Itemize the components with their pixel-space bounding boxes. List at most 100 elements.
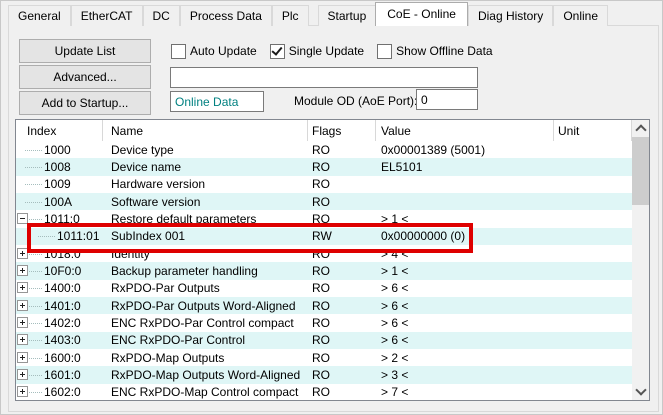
table-row[interactable]: 10F0:0 Backup parameter handling RO > 1 … xyxy=(16,262,632,279)
coe-object-table: Index Name Flags Value Unit 1000 Device … xyxy=(15,119,650,401)
tree-expander-icon[interactable] xyxy=(17,282,28,293)
tree-dotted-line-icon xyxy=(38,236,55,237)
row-value: 0x00000000 (0) xyxy=(376,229,554,243)
column-header-name[interactable]: Name xyxy=(103,120,308,141)
tree-dotted-line-icon xyxy=(25,167,42,168)
tab-coe-online[interactable]: CoE - Online xyxy=(375,2,468,26)
tab-general[interactable]: General xyxy=(8,5,71,26)
tree-expander-icon[interactable] xyxy=(17,248,28,259)
tree-gutter xyxy=(16,193,44,210)
update-list-button[interactable]: Update List xyxy=(19,39,151,63)
row-index: 1401:0 xyxy=(44,299,81,313)
tree-expander-icon[interactable] xyxy=(17,386,28,397)
tree-expander-icon[interactable] xyxy=(17,265,28,276)
checkbox-label: Single Update xyxy=(289,44,364,58)
tab-label: Startup xyxy=(328,9,367,23)
tree-expander-icon[interactable] xyxy=(17,300,28,311)
auto-update-checkbox[interactable]: Auto Update xyxy=(171,44,257,59)
tab-process-data[interactable]: Process Data xyxy=(180,5,272,26)
table-row[interactable]: 1000 Device type RO 0x00001389 (5001) xyxy=(16,141,632,158)
row-index: 1000 xyxy=(44,143,71,157)
tab-dc[interactable]: DC xyxy=(143,5,180,26)
tab-ethercat[interactable]: EtherCAT xyxy=(71,5,143,26)
row-name: Device name xyxy=(103,160,308,174)
row-name: SubIndex 001 xyxy=(103,229,308,243)
column-header-index[interactable]: Index xyxy=(16,120,103,141)
row-value: > 3 < xyxy=(376,368,554,382)
row-index: 1009 xyxy=(44,177,71,191)
table-row[interactable]: 1011:01 SubIndex 001 RW 0x00000000 (0) xyxy=(16,228,632,245)
filter-input[interactable] xyxy=(170,67,478,88)
row-index: 1601:0 xyxy=(44,368,81,382)
tree-expander-icon[interactable] xyxy=(17,213,28,224)
tree-dotted-line-icon xyxy=(29,288,42,289)
row-value: > 7 < xyxy=(376,385,554,399)
checkbox-box-icon[interactable] xyxy=(171,44,186,59)
column-header-unit[interactable]: Unit xyxy=(554,120,632,141)
row-value: 0x00001389 (5001) xyxy=(376,143,554,157)
tree-gutter xyxy=(16,297,44,314)
row-index: 1018:0 xyxy=(44,247,81,261)
table-row[interactable]: 1602:0 ENC RxPDO-Map Control compact RO … xyxy=(16,384,632,400)
tab-bar: GeneralEtherCATDCProcess DataPlc Startup C… xyxy=(8,3,660,26)
row-name: Device type xyxy=(103,143,308,157)
table-row[interactable]: 1018:0 Identity RO > 4 < xyxy=(16,245,632,262)
tab-startup[interactable]: Startup xyxy=(318,5,377,26)
column-header-value[interactable]: Value xyxy=(376,120,554,141)
row-value: > 6 < xyxy=(376,333,554,347)
advanced-button[interactable]: Advanced... xyxy=(19,65,151,89)
table-row[interactable]: 1009 Hardware version RO xyxy=(16,176,632,193)
add-to-startup-button[interactable]: Add to Startup... xyxy=(19,91,151,115)
table-row[interactable]: 100A Software version RO xyxy=(16,193,632,210)
chevron-up-icon xyxy=(635,124,646,135)
row-flags: RO xyxy=(308,351,376,365)
tree-gutter xyxy=(16,158,44,175)
table-row[interactable]: 1402:0 ENC RxPDO-Par Control compact RO … xyxy=(16,314,632,331)
coe-online-panel: GeneralEtherCATDCProcess DataPlc Startup C… xyxy=(0,0,663,415)
tree-expander-icon[interactable] xyxy=(17,352,28,363)
tab-plc[interactable]: Plc xyxy=(272,5,309,26)
row-name: ENC RxPDO-Par Control compact xyxy=(103,316,308,330)
table-row[interactable]: 1008 Device name RO EL5101 xyxy=(16,158,632,175)
tab-label: Diag History xyxy=(478,9,543,23)
tree-gutter xyxy=(16,384,44,400)
row-flags: RO xyxy=(308,281,376,295)
table-row[interactable]: 1403:0 ENC RxPDO-Par Control RO > 6 < xyxy=(16,332,632,349)
vertical-scrollbar[interactable] xyxy=(632,120,649,400)
table-row[interactable]: 1400:0 RxPDO-Par Outputs RO > 6 < xyxy=(16,280,632,297)
module-od-port-input[interactable] xyxy=(416,89,478,110)
scrollbar-thumb[interactable] xyxy=(632,137,649,205)
tree-dotted-line-icon xyxy=(25,184,42,185)
tree-expander-icon[interactable] xyxy=(17,369,28,380)
scroll-down-button[interactable] xyxy=(632,383,649,400)
tree-gutter xyxy=(29,228,57,245)
table-row[interactable]: 1401:0 RxPDO-Par Outputs Word-Aligned RO… xyxy=(16,297,632,314)
row-value: > 2 < xyxy=(376,351,554,365)
checkbox-box-icon[interactable] xyxy=(270,44,285,59)
row-flags: RO xyxy=(308,143,376,157)
scroll-up-button[interactable] xyxy=(632,120,649,137)
row-index: 1403:0 xyxy=(44,333,81,347)
table-row[interactable]: 1600:0 RxPDO-Map Outputs RO > 2 < xyxy=(16,349,632,366)
tree-expander-icon[interactable] xyxy=(17,317,28,328)
tree-dotted-line-icon xyxy=(29,340,42,341)
tree-expander-icon[interactable] xyxy=(17,334,28,345)
row-flags: RO xyxy=(308,212,376,226)
row-flags: RO xyxy=(308,177,376,191)
row-index: 1008 xyxy=(44,160,71,174)
single-update-checkbox[interactable]: Single Update xyxy=(270,44,364,59)
tree-gutter xyxy=(16,349,44,366)
row-flags: RO xyxy=(308,299,376,313)
tab-online[interactable]: Online xyxy=(553,5,608,26)
column-header-flags[interactable]: Flags xyxy=(308,120,376,141)
tab-diag-history[interactable]: Diag History xyxy=(468,5,553,26)
table-row[interactable]: 1601:0 RxPDO-Map Outputs Word-Aligned RO… xyxy=(16,366,632,383)
tree-dotted-line-icon xyxy=(29,323,42,324)
tree-dotted-line-icon xyxy=(29,306,42,307)
show-offline-data-checkbox[interactable]: Show Offline Data xyxy=(377,44,493,59)
row-value: > 4 < xyxy=(376,247,554,261)
table-row[interactable]: 1011:0 Restore default parameters RO > 1… xyxy=(16,210,632,227)
row-flags: RO xyxy=(308,385,376,399)
row-name: Identity xyxy=(103,247,308,261)
checkbox-box-icon[interactable] xyxy=(377,44,392,59)
